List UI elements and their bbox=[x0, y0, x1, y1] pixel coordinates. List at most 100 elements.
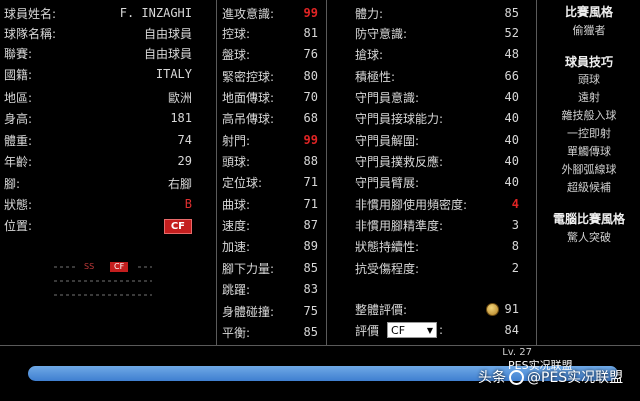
profile-row-name: 球員姓名: F. INZAGHI bbox=[4, 4, 192, 22]
height: 181 bbox=[170, 111, 192, 125]
profile-label: 腳: bbox=[4, 176, 21, 191]
stat-row: 狀態持續性: 8 bbox=[355, 237, 519, 255]
stat-row: 定位球: 71 bbox=[222, 173, 318, 191]
profile-label: 球員姓名: bbox=[4, 6, 57, 21]
stat-row: 守門員撲救反應: 40 bbox=[355, 152, 519, 170]
stat-label: 加速: bbox=[222, 239, 251, 254]
stat-row: 防守意識: 52 bbox=[355, 24, 519, 42]
skill-item: 單觸傳球 bbox=[567, 145, 611, 158]
stat-value: 85 bbox=[303, 261, 318, 275]
stat-label: 地面傳球: bbox=[222, 90, 275, 105]
stat-value: 48 bbox=[504, 47, 519, 61]
dropdown-arrow-icon: ▼ bbox=[426, 325, 434, 335]
profile-row-region: 地區: 歐洲 bbox=[4, 88, 192, 106]
profile-label: 地區: bbox=[4, 90, 33, 105]
stat-value: 4 bbox=[511, 197, 519, 211]
playstyle-sidebar: 比賽風格 偷獵者 球員技巧 頭球 遠射 雜技般入球 一控即射 單觸傳球 外腳弧線… bbox=[538, 0, 640, 345]
stat-value: 80 bbox=[303, 69, 318, 83]
stat-row: 射門: 99 bbox=[222, 131, 318, 149]
position-select-value: CF bbox=[391, 323, 406, 337]
profile-label: 球隊名稱: bbox=[4, 26, 57, 41]
stat-row: 身體碰撞: 75 bbox=[222, 302, 318, 320]
skills-title: 球員技巧 bbox=[564, 55, 613, 69]
profile-row-condition: 狀態: B bbox=[4, 195, 192, 213]
stat-label: 非慣用腳精準度: bbox=[355, 218, 444, 233]
position-map-dots bbox=[138, 266, 152, 268]
profile-label: 身高: bbox=[4, 111, 33, 126]
stat-value: 99 bbox=[303, 133, 318, 147]
stat-row: 平衡: 85 bbox=[222, 323, 318, 341]
stat-row: 曲球: 71 bbox=[222, 195, 318, 213]
player-profile-panel: 球員姓名: F. INZAGHI 球隊名稱: 自由球員 聯賽: 自由球員 國籍: ITA… bbox=[0, 0, 217, 345]
stat-label: 狀態持續性: bbox=[355, 239, 420, 254]
stat-label: 平衡: bbox=[222, 325, 251, 340]
stat-label: 定位球: bbox=[222, 175, 263, 190]
stat-label: 速度: bbox=[222, 218, 251, 233]
stat-value: 66 bbox=[504, 69, 519, 83]
stat-value: 83 bbox=[303, 282, 318, 296]
rating-value: 84 bbox=[504, 323, 519, 337]
stat-value: 52 bbox=[504, 26, 519, 40]
profile-label: 聯賽: bbox=[4, 46, 33, 61]
skill-item: 雜技般入球 bbox=[561, 109, 617, 122]
stat-row: 守門員接球能力: 40 bbox=[355, 109, 519, 127]
stat-label: 高吊傳球: bbox=[222, 111, 275, 126]
stat-row: 進攻意識: 99 bbox=[222, 4, 318, 22]
stat-row: 積極性: 66 bbox=[355, 67, 519, 85]
position-badge: CF bbox=[163, 218, 192, 234]
watermark-text: @PES实况联盟 bbox=[527, 370, 624, 386]
stat-label: 曲球: bbox=[222, 197, 251, 212]
profile-row-weight: 體重: 74 bbox=[4, 131, 192, 149]
stat-label: 跳躍: bbox=[222, 282, 251, 297]
ai-style-value: 驚人突破 bbox=[567, 231, 611, 244]
stat-row: 守門員意識: 40 bbox=[355, 88, 519, 106]
stat-value: 40 bbox=[504, 133, 519, 147]
stat-row: 控球: 81 bbox=[222, 24, 318, 42]
stat-row: 速度: 87 bbox=[222, 216, 318, 234]
player-name: F. INZAGHI bbox=[119, 6, 192, 20]
stat-value: 75 bbox=[303, 304, 318, 318]
profile-row-age: 年齡: 29 bbox=[4, 152, 192, 170]
rating-row: 評價 CF ▼ : 84 bbox=[355, 321, 519, 339]
overall-value-wrap: 91 bbox=[485, 302, 519, 316]
profile-row-foot: 腳: 右腳 bbox=[4, 174, 192, 192]
stat-value: 76 bbox=[303, 47, 318, 61]
stat-value: 71 bbox=[303, 197, 318, 211]
stat-label: 腳下力量: bbox=[222, 261, 275, 276]
stat-value: 3 bbox=[511, 218, 519, 232]
position-value: CF bbox=[163, 218, 192, 234]
preferred-foot: 右腳 bbox=[167, 176, 192, 191]
stat-label: 積極性: bbox=[355, 69, 396, 84]
skill-item: 遠射 bbox=[578, 91, 600, 104]
stat-label: 體力: bbox=[355, 6, 384, 21]
overall-label: 整體評價: bbox=[355, 302, 408, 317]
stat-label: 緊密控球: bbox=[222, 69, 275, 84]
stat-value: 99 bbox=[303, 6, 318, 20]
watermark-logo-icon bbox=[509, 369, 524, 385]
position-map-dots bbox=[54, 294, 152, 296]
coin-icon bbox=[485, 303, 499, 316]
profile-label: 國籍: bbox=[4, 67, 33, 82]
stat-row: 搶球: 48 bbox=[355, 45, 519, 63]
stat-row: 守門員臂展: 40 bbox=[355, 173, 519, 191]
stat-label: 守門員撲救反應: bbox=[355, 154, 444, 169]
stat-value: 68 bbox=[303, 111, 318, 125]
weight: 74 bbox=[177, 133, 192, 147]
stat-label: 盤球: bbox=[222, 47, 251, 62]
stat-row: 高吊傳球: 68 bbox=[222, 109, 318, 127]
league-name: 自由球員 bbox=[143, 46, 192, 61]
stat-value: 40 bbox=[504, 154, 519, 168]
region: 歐洲 bbox=[167, 90, 192, 105]
profile-label: 年齡: bbox=[4, 154, 33, 169]
stat-value: 85 bbox=[303, 325, 318, 339]
profile-label: 體重: bbox=[4, 133, 33, 148]
profile-row-nationality: 國籍: ITALY bbox=[4, 65, 192, 83]
bottom-divider bbox=[0, 345, 640, 346]
profile-row-position: 位置: CF bbox=[4, 216, 192, 234]
playstyle-title: 比賽風格 bbox=[564, 5, 613, 19]
rating-label: 評價 bbox=[355, 323, 380, 338]
position-select[interactable]: CF ▼ bbox=[387, 322, 438, 338]
stat-label: 控球: bbox=[222, 26, 251, 41]
position-cell-cf: CF bbox=[110, 262, 129, 272]
stat-label: 防守意識: bbox=[355, 26, 408, 41]
